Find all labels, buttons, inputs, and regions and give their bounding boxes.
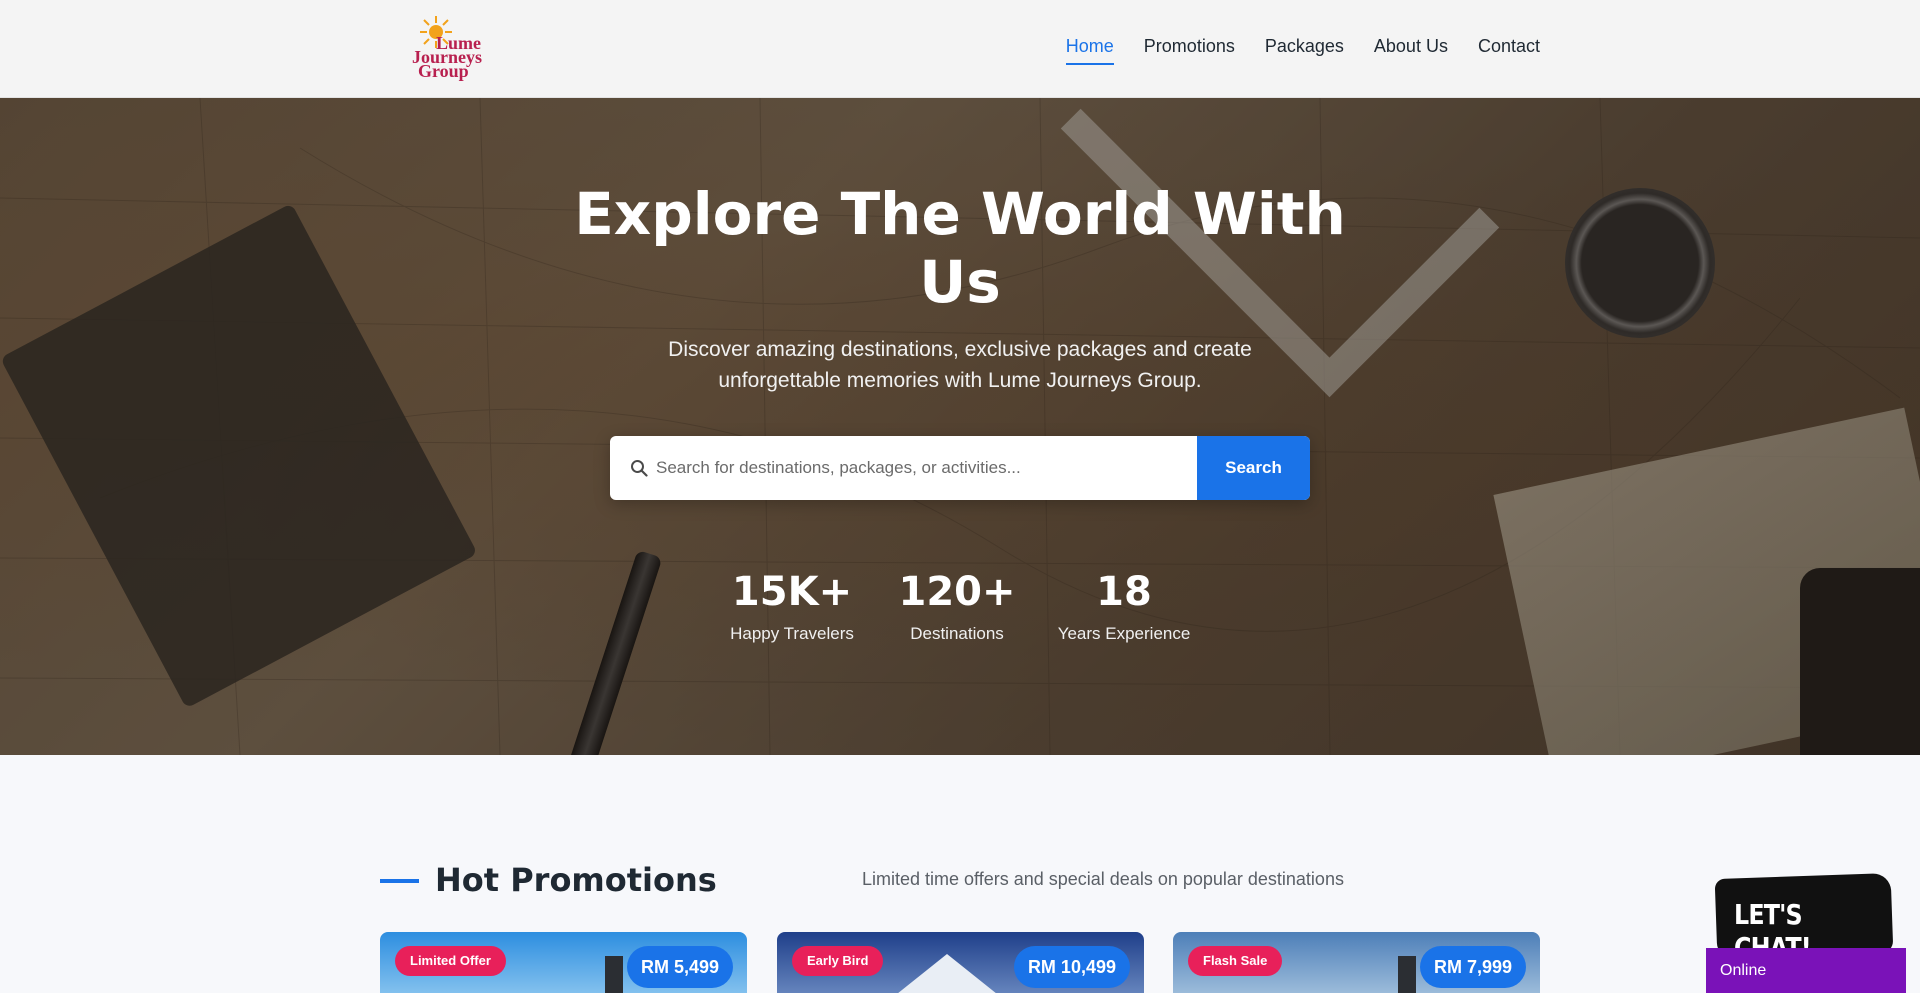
section-subtitle: Limited time offers and special deals on…: [862, 869, 1344, 889]
mountain-image: [887, 954, 1007, 993]
logo-text-line3: Group: [418, 61, 469, 81]
hero-title: Explore The World With Us: [574, 180, 1346, 316]
search-bar: Search: [610, 436, 1310, 500]
price-tag: RM 10,499: [1013, 946, 1130, 988]
promo-badge: Limited Offer: [395, 946, 506, 976]
promo-badge: Early Bird: [792, 946, 884, 976]
promo-badge: Flash Sale: [1188, 946, 1283, 976]
hero-section: Explore The World With Us Discover amazi…: [0, 98, 1920, 755]
nav-item-about-us[interactable]: About Us: [1374, 36, 1448, 65]
stat-value: 18: [1096, 569, 1152, 615]
promotion-cards: Limited Offer RM 5,499 Early Bird RM 10,…: [380, 932, 1540, 993]
chat-status-bar[interactable]: Online: [1706, 948, 1906, 993]
promotion-card[interactable]: Early Bird RM 10,499: [777, 932, 1144, 993]
section-title: Hot Promotions: [435, 861, 717, 899]
search-button[interactable]: Search: [1197, 436, 1310, 500]
price-tag: RM 7,999: [1419, 946, 1526, 988]
hero-subtitle: Discover amazing destinations, exclusive…: [668, 338, 1252, 392]
section-header: Hot Promotions Limited time offers and s…: [380, 860, 1540, 900]
price-tag: RM 5,499: [626, 946, 733, 988]
nav-item-contact[interactable]: Contact: [1478, 36, 1540, 65]
stat-years-experience: 18 Years Experience: [1048, 568, 1200, 644]
nav-item-promotions[interactable]: Promotions: [1144, 36, 1235, 65]
section-accent-line: [380, 879, 419, 883]
stat-label: Destinations: [910, 624, 1004, 643]
nav-item-home[interactable]: Home: [1065, 36, 1114, 65]
stat-label: Years Experience: [1057, 624, 1191, 643]
tower-image: [1398, 956, 1416, 993]
stat-label: Happy Travelers: [730, 624, 854, 643]
main-nav: Home Promotions Packages About Us Contac…: [1065, 36, 1540, 65]
promotion-card[interactable]: Flash Sale RM 7,999: [1173, 932, 1540, 993]
stat-value: 15K+: [731, 569, 853, 615]
search-icon: [631, 460, 648, 477]
pagoda-image: [605, 956, 623, 993]
stat-value: 120+: [898, 569, 1016, 615]
nav-item-packages[interactable]: Packages: [1265, 36, 1344, 65]
search-input[interactable]: [656, 436, 1196, 500]
site-header: Lume Journeys Group Home Promotions Pack…: [0, 0, 1920, 98]
stats-row: 15K+ Happy Travelers 120+ Destinations 1…: [0, 568, 1920, 658]
brand-logo[interactable]: Lume Journeys Group: [410, 14, 500, 86]
chat-launcher[interactable]: LET'S CHAT!: [1714, 872, 1894, 964]
stat-destinations: 120+ Destinations: [887, 568, 1027, 644]
stat-happy-travelers: 15K+ Happy Travelers: [717, 568, 867, 644]
promotion-card[interactable]: Limited Offer RM 5,499: [380, 932, 747, 993]
